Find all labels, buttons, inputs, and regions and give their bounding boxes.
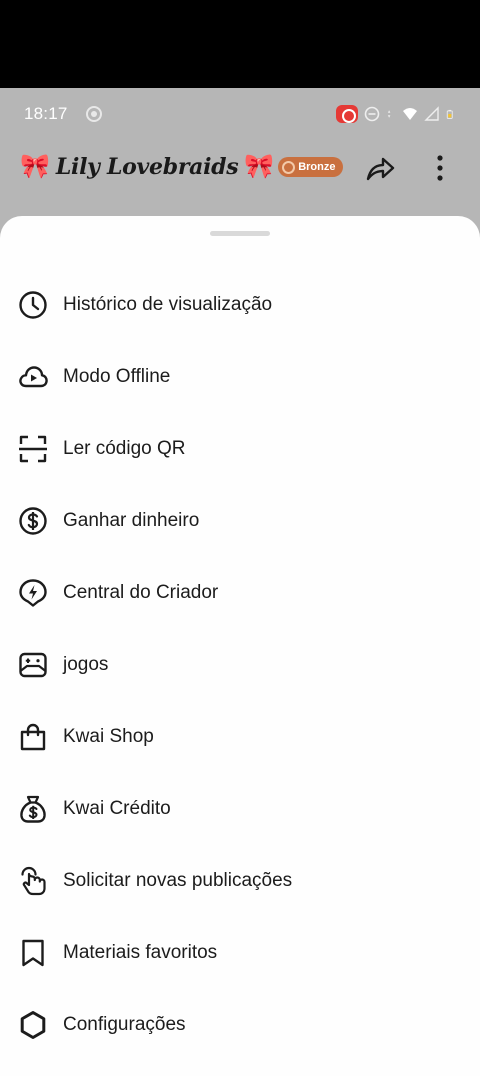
gamepad-icon	[18, 650, 48, 680]
shopping-bag-icon	[18, 722, 48, 752]
rank-badge[interactable]: Bronze	[278, 157, 344, 177]
menu-item-request-posts[interactable]: Solicitar novas publicações	[0, 845, 480, 917]
rank-badge-icon	[282, 160, 296, 174]
bow-decoration-left: 🎀	[20, 153, 50, 180]
menu-item-offline-mode[interactable]: Modo Offline	[0, 341, 480, 413]
menu-item-kwai-shop[interactable]: Kwai Shop	[0, 701, 480, 773]
menu-item-label: Kwai Shop	[63, 726, 154, 747]
menu-item-favorite-materials[interactable]: Materiais favoritos	[0, 917, 480, 989]
menu-item-label: Materiais favoritos	[63, 942, 218, 963]
status-time: 18:17	[24, 104, 68, 123]
menu-list: Histórico de visualização Modo Offline L…	[0, 269, 480, 1061]
gear-icon	[18, 1010, 48, 1040]
bow-decoration-right: 🎀	[244, 153, 275, 180]
menu-item-label: jogos	[63, 654, 109, 675]
top-black-bar	[0, 0, 480, 88]
menu-item-earn-money[interactable]: Ganhar dinheiro	[0, 485, 480, 557]
bookmark-icon	[18, 938, 48, 968]
menu-item-games[interactable]: jogos	[0, 629, 480, 701]
menu-item-label: Modo Offline	[63, 366, 171, 387]
wifi-icon	[403, 108, 417, 120]
more-vertical-icon	[437, 155, 443, 181]
share-arrow-icon	[366, 157, 395, 181]
qr-scan-icon	[18, 434, 48, 464]
signal-icon	[424, 106, 439, 121]
sheet-drag-handle[interactable]	[210, 231, 270, 236]
menu-item-creator-center[interactable]: Central do Criador	[0, 557, 480, 629]
share-button[interactable]	[362, 150, 398, 186]
bottom-sheet-menu: Histórico de visualização Modo Offline L…	[0, 216, 480, 1076]
more-options-button[interactable]	[424, 150, 456, 186]
dollar-coin-icon	[18, 506, 48, 536]
menu-item-viewing-history[interactable]: Histórico de visualização	[0, 269, 480, 341]
rank-badge-label: Bronze	[298, 161, 336, 173]
profile-header: 🎀 Lily Lovebraids 🎀 Bronze	[0, 140, 480, 194]
tap-hand-icon	[18, 866, 48, 896]
lightning-icon	[18, 578, 48, 608]
do-not-disturb-icon	[364, 106, 380, 122]
menu-item-label: Solicitar novas publicações	[63, 870, 293, 891]
cloud-play-icon	[18, 362, 48, 392]
menu-item-label: Configurações	[63, 1014, 186, 1035]
battery-icon	[446, 109, 453, 119]
menu-item-qr-scan[interactable]: Ler código QR	[0, 413, 480, 485]
menu-item-label: Histórico de visualização	[63, 294, 273, 315]
menu-item-settings[interactable]: Configurações	[0, 989, 480, 1061]
recording-icon	[336, 105, 358, 123]
menu-item-label: Ganhar dinheiro	[63, 510, 200, 531]
menu-item-label: Ler código QR	[63, 438, 186, 459]
data-arrows-icon	[387, 110, 391, 118]
profile-name: Lily Lovebraids	[55, 154, 239, 180]
money-bag-icon	[18, 794, 48, 824]
status-bar: 18:17	[0, 88, 480, 140]
menu-item-label: Central do Criador	[63, 582, 219, 603]
menu-item-label: Kwai Crédito	[63, 798, 171, 819]
screen-record-status-icon	[85, 106, 102, 122]
status-icons	[336, 105, 456, 123]
menu-item-kwai-credit[interactable]: Kwai Crédito	[0, 773, 480, 845]
clock-icon	[18, 290, 48, 320]
